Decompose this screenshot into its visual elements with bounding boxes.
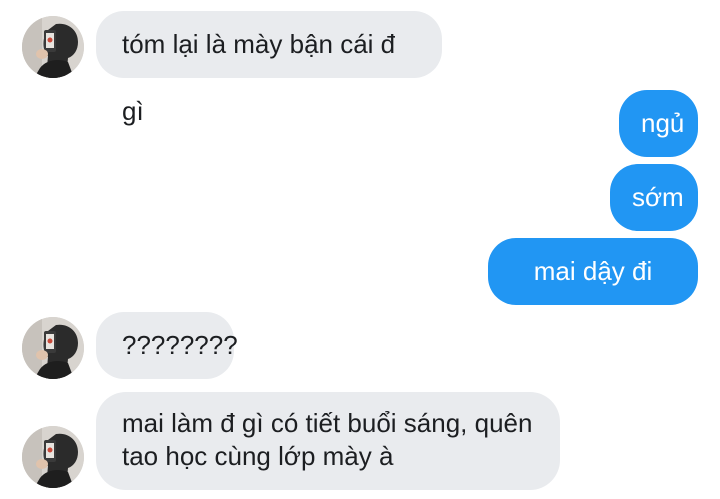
message-bubble-outgoing[interactable]: ngủ xyxy=(619,90,698,157)
message-bubble-outgoing[interactable]: sớm xyxy=(610,164,698,231)
message-bubble-incoming[interactable]: ???????? xyxy=(96,312,238,379)
contact-avatar-icon[interactable] xyxy=(22,426,84,488)
message-bubble-incoming[interactable]: mai làm đ gì có tiết buổi sáng, quên tao… xyxy=(96,392,560,490)
message-bubble-incoming[interactable]: tóm lại là mày bận cái đ gì xyxy=(96,11,442,126)
message-bubble-outgoing[interactable]: mai dậy đi học xyxy=(488,238,698,353)
contact-avatar-icon[interactable] xyxy=(22,16,84,78)
chat-thread: tóm lại là mày bận cái đ gì ngủ sớm mai … xyxy=(0,0,720,499)
contact-avatar-icon[interactable] xyxy=(22,317,84,379)
